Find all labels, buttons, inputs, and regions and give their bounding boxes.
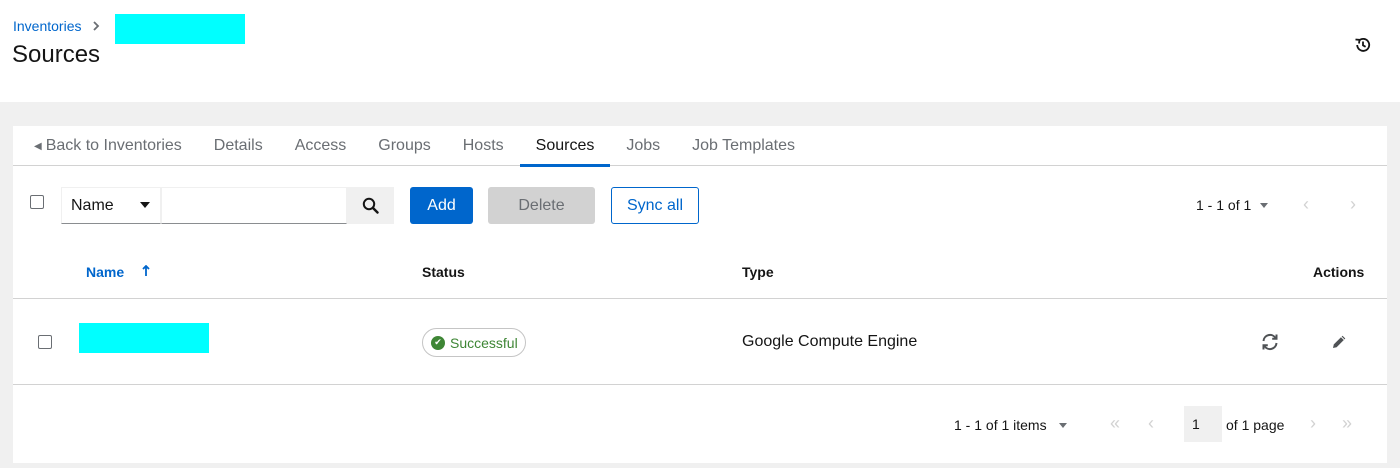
tab-label: Groups — [378, 137, 431, 154]
tab-label: Job Templates — [692, 137, 796, 154]
search-input[interactable] — [161, 187, 347, 224]
tab-hosts[interactable]: Hosts — [447, 126, 520, 166]
tab-back-to-inventories[interactable]: ◀ Back to Inventories — [13, 126, 198, 166]
page-count-label: of 1 page — [1226, 417, 1285, 433]
column-header-name[interactable]: Name — [86, 264, 150, 280]
next-page-icon[interactable]: › — [1350, 194, 1356, 215]
caret-down-icon — [1260, 202, 1269, 208]
tab-job-templates[interactable]: Job Templates — [676, 126, 811, 166]
items-range-label: 1 - 1 of 1 items — [954, 417, 1047, 433]
sort-ascending-icon — [142, 264, 150, 280]
pencil-icon — [1333, 335, 1346, 348]
source-type: Google Compute Engine — [742, 333, 918, 350]
prev-page-icon[interactable]: ‹ — [1303, 194, 1309, 215]
tab-label: Back to Inventories — [45, 137, 182, 154]
page-title: Sources — [12, 41, 101, 68]
next-page-icon[interactable]: › — [1310, 413, 1316, 434]
breadcrumb-inventories-link[interactable]: Inventories — [13, 18, 81, 34]
column-header-status: Status — [422, 264, 465, 280]
row-divider — [13, 384, 1387, 385]
status-badge[interactable]: ✔ Successful — [422, 328, 526, 357]
tab-details[interactable]: Details — [198, 126, 279, 166]
prev-page-icon[interactable]: ‹ — [1148, 413, 1154, 434]
add-button[interactable]: Add — [410, 187, 473, 224]
sync-source-button[interactable] — [1260, 332, 1280, 352]
tab-access[interactable]: Access — [279, 126, 363, 166]
activity-history-button[interactable] — [1351, 33, 1375, 57]
breadcrumb-separator-icon — [92, 21, 100, 31]
column-header-type: Type — [742, 264, 774, 280]
first-page-icon[interactable]: « — [1110, 413, 1120, 434]
range-label: 1 - 1 of 1 — [1196, 197, 1252, 213]
search-icon — [362, 197, 379, 214]
search-button[interactable] — [347, 187, 394, 224]
tab-groups[interactable]: Groups — [362, 126, 446, 166]
caret-down-icon — [140, 202, 150, 208]
breadcrumb: Inventories — [13, 18, 100, 34]
filter-key-select[interactable]: Name — [61, 187, 161, 224]
tab-label: Details — [213, 137, 263, 154]
per-page-toggle-top[interactable]: 1 - 1 of 1 — [1196, 197, 1269, 213]
current-page-input[interactable] — [1184, 406, 1222, 442]
history-icon — [1355, 38, 1371, 52]
tab-sources[interactable]: Sources — [519, 126, 611, 167]
tab-label: Hosts — [462, 137, 504, 154]
breadcrumb-redacted-inventory[interactable] — [115, 14, 245, 44]
check-circle-icon: ✔ — [431, 335, 445, 350]
select-all-checkbox[interactable] — [30, 195, 44, 209]
header-divider — [13, 298, 1387, 299]
delete-button[interactable]: Delete — [488, 187, 595, 224]
tab-label: Sources — [535, 137, 595, 154]
source-name-redacted-link[interactable] — [79, 323, 209, 353]
tab-jobs[interactable]: Jobs — [610, 126, 676, 166]
page-header: Inventories Sources — [0, 0, 1400, 102]
caret-left-icon: ◀ — [34, 140, 42, 152]
tab-label: Access — [294, 137, 347, 154]
status-label: Successful — [450, 334, 518, 351]
column-label: Name — [86, 264, 125, 280]
tab-bar: ◀ Back to Inventories Details Access Gro… — [13, 126, 1387, 167]
row-select-checkbox[interactable] — [38, 335, 52, 349]
filter-key-value: Name — [71, 196, 114, 214]
caret-down-icon — [1058, 422, 1067, 428]
tab-label: Jobs — [626, 137, 661, 154]
sources-card: ◀ Back to Inventories Details Access Gro… — [13, 126, 1387, 463]
edit-source-button[interactable] — [1329, 332, 1349, 352]
per-page-toggle-bottom[interactable]: 1 - 1 of 1 items — [954, 417, 1067, 433]
sync-icon — [1262, 333, 1278, 351]
sync-all-button[interactable]: Sync all — [611, 187, 699, 224]
last-page-icon[interactable]: » — [1342, 413, 1352, 434]
column-header-actions: Actions — [1313, 264, 1365, 280]
